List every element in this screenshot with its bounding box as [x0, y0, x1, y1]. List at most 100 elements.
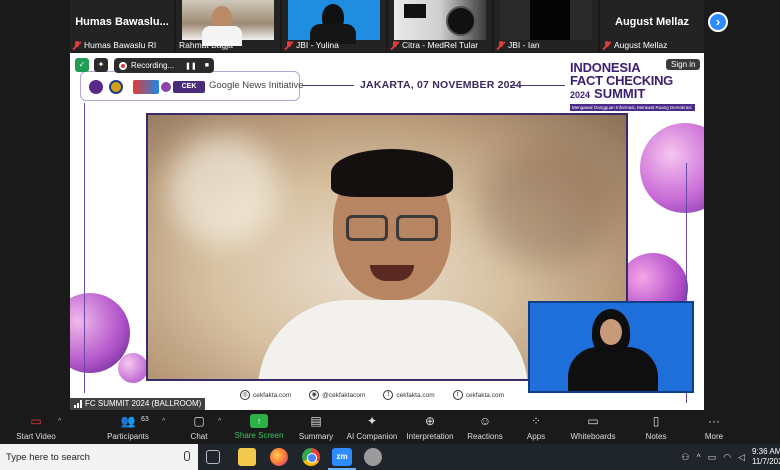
mic-muted-icon: [391, 40, 399, 50]
reactions-button[interactable]: ☺ Reactions: [466, 413, 504, 441]
social-item: t cekfakta.com: [452, 390, 504, 400]
whiteboards-button[interactable]: ▭ Whiteboards: [570, 413, 616, 441]
participant-tile-citra[interactable]: Citra - MedRel Tular: [388, 0, 492, 52]
sign-in-button[interactable]: Sign in: [666, 59, 701, 70]
windows-taskbar: Type here to search zm ⚇ ^ ▭ ◠ ◁ 9:36 AM…: [0, 444, 780, 470]
social-item: ◎ cekfakta.com: [240, 390, 291, 400]
sponsor-logo-icon: [133, 80, 159, 94]
google-news-initiative-logo: Google News Initiative: [209, 80, 304, 91]
file-explorer-icon[interactable]: [238, 448, 256, 466]
sponsor-logo-icon: [161, 82, 171, 92]
apps-icon: ⁘: [530, 414, 542, 428]
summit-tagline: Mengawal Gangguan Informasi, Merawat Rua…: [570, 104, 695, 111]
mic-muted-icon: [73, 40, 81, 50]
participant-tile-yulina[interactable]: JBI - Yulina: [282, 0, 386, 52]
social-item: ◉ @cekfaktacom: [309, 390, 365, 400]
participants-count: 63: [141, 416, 149, 423]
share-screen-button[interactable]: ↑ Share Screen: [232, 413, 286, 440]
chevron-up-icon[interactable]: ^: [696, 452, 700, 462]
recording-indicator[interactable]: Recording... ❚❚ ■: [114, 58, 214, 73]
participant-name: JBI - Ian: [508, 40, 540, 50]
participant-name: Citra - MedRel Tular: [402, 40, 479, 50]
zoom-meeting-window: Humas Bawaslu... Humas Bawaslu RI Rahmat…: [0, 0, 780, 470]
wifi-icon[interactable]: ◠: [723, 452, 731, 463]
social-links: ◎ cekfakta.com ◉ @cekfaktacom f cekfakta.co…: [240, 386, 530, 404]
chat-icon: ▢: [193, 414, 205, 428]
participant-strip: Humas Bawaslu... Humas Bawaslu RI Rahmat…: [70, 0, 710, 52]
apps-button[interactable]: ⁘ Apps: [524, 413, 548, 441]
facebook-icon: f: [383, 390, 394, 400]
room-name-label: FC SUMMIT 2024 (BALLROOM): [70, 398, 206, 410]
participant-tile-ian[interactable]: JBI - Ian: [494, 0, 598, 52]
participants-icon: 👥 63: [120, 414, 149, 428]
security-shield-icon[interactable]: ✓: [75, 58, 89, 72]
meeting-toolbar: ▭ Start Video ^ 👥 63 Participants ^ ▢ Cha…: [0, 410, 780, 444]
summit-title-line3: 2024 SUMMIT: [570, 87, 695, 102]
system-tray: ⚇ ^ ▭ ◠ ◁ 9:36 AM 11/7/2024: [681, 444, 780, 470]
notes-button[interactable]: ▯ Notes: [644, 413, 668, 441]
shared-screen: CEK FAKTA Google News Initiative JAKARTA…: [70, 53, 704, 410]
chat-options-caret[interactable]: ^: [218, 418, 221, 425]
participant-name: August Mellaz: [614, 40, 668, 50]
interpretation-button[interactable]: ⊕ Interpretation: [404, 413, 456, 441]
microphone-icon[interactable]: [184, 451, 190, 461]
signal-icon: [74, 400, 82, 408]
ai-companion-button[interactable]: ✦ AI Companion: [344, 413, 400, 441]
sponsor-logo-icon: [89, 80, 103, 94]
participant-tile-rahmat[interactable]: Rahmat Bagja: [176, 0, 280, 52]
divider: [510, 85, 565, 86]
participant-name: JBI - Yulina: [296, 40, 339, 50]
participant-video: [500, 0, 592, 40]
video-options-caret[interactable]: ^: [58, 418, 61, 425]
participants-options-caret[interactable]: ^: [162, 418, 165, 425]
chat-button[interactable]: ▢ Chat: [184, 413, 214, 441]
battery-icon[interactable]: ▭: [708, 452, 717, 463]
share-screen-icon: ↑: [250, 414, 268, 428]
clock[interactable]: 9:36 AM 11/7/2024: [752, 447, 780, 467]
sponsor-logo-icon: [109, 80, 123, 94]
sponsor-logos: CEK FAKTA Google News Initiative: [80, 71, 304, 102]
stop-recording-icon[interactable]: ■: [205, 62, 209, 70]
divider: [302, 85, 354, 86]
summit-year: 2024: [570, 90, 591, 100]
instagram-icon: ◉: [309, 390, 320, 400]
firefox-icon[interactable]: [270, 448, 288, 466]
mic-muted-icon: [285, 40, 293, 50]
task-view-icon[interactable]: [206, 450, 220, 464]
notes-icon: ▯: [652, 414, 660, 428]
start-video-button[interactable]: ▭ Start Video: [14, 413, 58, 441]
participant-tile-humas[interactable]: Humas Bawaslu... Humas Bawaslu RI: [70, 0, 174, 52]
participant-video: [288, 0, 380, 44]
pause-recording-icon[interactable]: ❚❚: [185, 62, 197, 70]
more-button[interactable]: ··· More: [702, 413, 726, 441]
taskbar-search-input[interactable]: Type here to search: [0, 444, 198, 470]
video-off-icon: ▭: [30, 414, 42, 428]
participant-tile-august[interactable]: August Mellaz August Mellaz: [600, 0, 704, 52]
app-icon[interactable]: [364, 448, 382, 466]
participant-display-name: Humas Bawaslu...: [75, 16, 169, 28]
participant-video: [394, 0, 486, 40]
decorative-orb: [118, 353, 148, 383]
participant-name: Humas Bawaslu RI: [84, 40, 157, 50]
whiteboard-icon: ▭: [587, 414, 599, 428]
more-icon: ···: [708, 414, 720, 428]
sign-language-interpreter-video: [528, 301, 694, 393]
summary-button[interactable]: ▤ Summary: [296, 413, 336, 441]
sparkle-icon: ✦: [366, 414, 378, 428]
volume-icon[interactable]: ◁: [738, 452, 745, 463]
cekfakta-logo: CEK FAKTA: [173, 81, 205, 102]
people-icon[interactable]: ⚇: [681, 452, 689, 463]
record-icon: [119, 61, 127, 70]
pin-icon[interactable]: ✦: [94, 58, 108, 72]
twitter-icon: t: [452, 390, 463, 400]
participants-button[interactable]: 👥 63 Participants: [104, 413, 152, 441]
smiley-icon: ☺: [478, 414, 492, 428]
mic-muted-icon: [603, 40, 611, 50]
zoom-app-icon[interactable]: zm: [332, 448, 352, 466]
decorative-orb: [640, 123, 704, 213]
chrome-icon[interactable]: [302, 448, 320, 466]
next-participants-button[interactable]: ›: [708, 12, 728, 32]
globe-icon: ◎: [240, 390, 250, 400]
social-item: f cekfakta.com: [383, 390, 435, 400]
decorative-line: [84, 103, 85, 393]
